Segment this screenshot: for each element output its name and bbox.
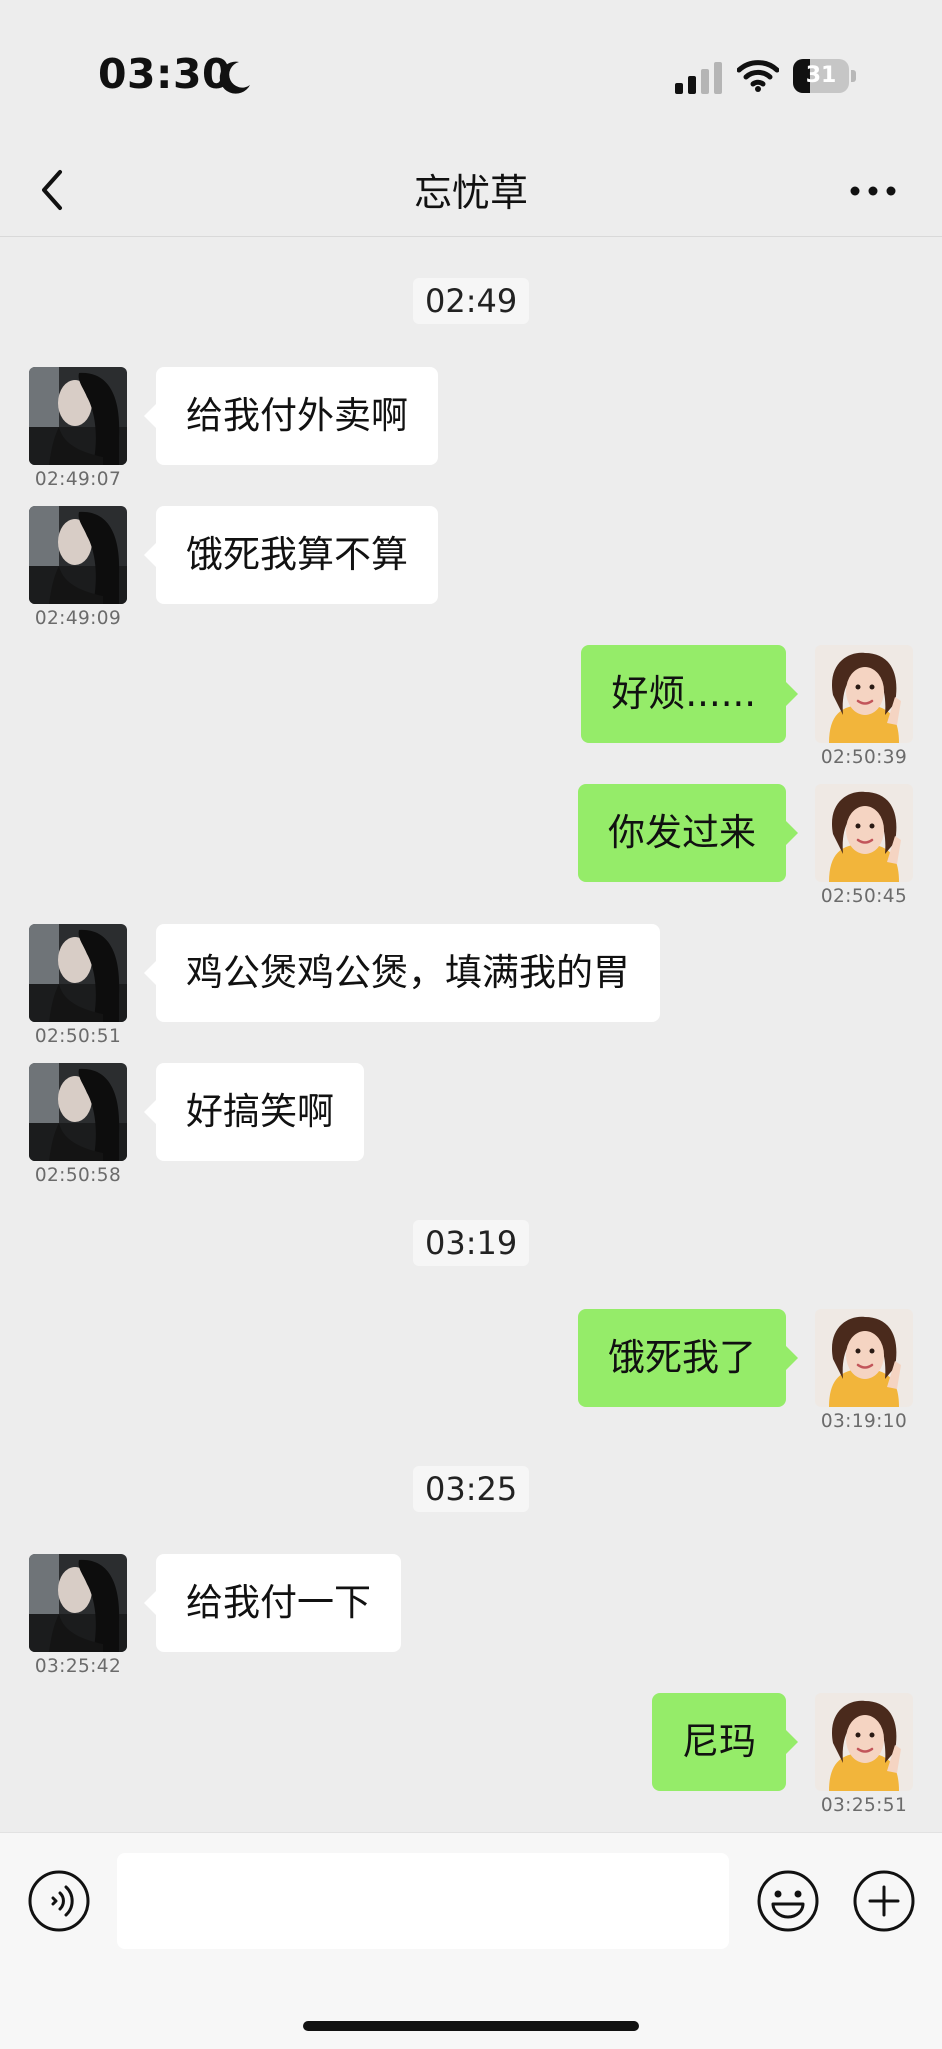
message-timestamp: 03:19:10 xyxy=(820,1411,908,1432)
incoming-message-bubble[interactable]: 好搞笑啊 xyxy=(144,1063,364,1161)
message-timestamp: 02:50:39 xyxy=(820,747,908,768)
chat-title: 忘忧草 xyxy=(413,171,528,215)
contact-avatar[interactable] xyxy=(29,367,127,465)
outgoing-message-bubble[interactable]: 饿死我了 xyxy=(578,1309,798,1407)
message-timestamp: 02:49:07 xyxy=(34,469,122,490)
battery-percent: 31 xyxy=(805,63,837,88)
message-timestamp: 02:50:51 xyxy=(34,1026,122,1047)
moon-icon xyxy=(219,61,250,94)
contact-avatar[interactable] xyxy=(29,924,127,1022)
message-timestamp: 03:25:51 xyxy=(820,1795,908,1816)
emoji-icon[interactable] xyxy=(756,1869,820,1933)
plus-icon[interactable] xyxy=(852,1869,916,1933)
status-bar: 03:30 31 xyxy=(0,0,942,150)
my-avatar[interactable] xyxy=(815,1309,913,1407)
outgoing-message-bubble[interactable]: 你发过来 xyxy=(578,784,798,882)
my-avatar[interactable] xyxy=(815,1693,913,1791)
input-bar xyxy=(0,1832,942,2049)
message-timestamp: 02:50:45 xyxy=(820,886,908,907)
incoming-message-bubble[interactable]: 给我付外卖啊 xyxy=(144,367,438,465)
status-time: 03:30 xyxy=(98,50,232,98)
time-divider: 02:49 xyxy=(413,278,530,324)
chat-header: 忘忧草 xyxy=(0,150,942,237)
incoming-message-bubble[interactable]: 鸡公煲鸡公煲，填满我的胃 xyxy=(144,924,660,1022)
time-divider: 03:19 xyxy=(413,1220,530,1266)
outgoing-message-bubble[interactable]: 尼玛 xyxy=(652,1693,798,1791)
battery-icon: 31 xyxy=(793,59,857,93)
outgoing-message-bubble[interactable]: 好烦...... xyxy=(581,645,798,743)
incoming-message-bubble[interactable]: 饿死我算不算 xyxy=(144,506,438,604)
message-input[interactable] xyxy=(117,1853,729,1949)
contact-avatar[interactable] xyxy=(29,1063,127,1161)
time-divider: 03:25 xyxy=(413,1466,530,1512)
message-timestamp: 02:50:58 xyxy=(34,1165,122,1186)
contact-avatar[interactable] xyxy=(29,1554,127,1652)
message-timestamp: 03:25:42 xyxy=(34,1656,122,1677)
more-dots-icon[interactable] xyxy=(848,174,898,208)
my-avatar[interactable] xyxy=(815,645,913,743)
voice-icon[interactable] xyxy=(27,1869,91,1933)
incoming-message-bubble[interactable]: 给我付一下 xyxy=(144,1554,401,1652)
contact-avatar[interactable] xyxy=(29,506,127,604)
home-indicator xyxy=(303,2021,639,2031)
my-avatar[interactable] xyxy=(815,784,913,882)
wifi-icon xyxy=(737,60,779,92)
message-timestamp: 02:49:09 xyxy=(34,608,122,629)
cellular-signal-icon xyxy=(675,62,722,94)
